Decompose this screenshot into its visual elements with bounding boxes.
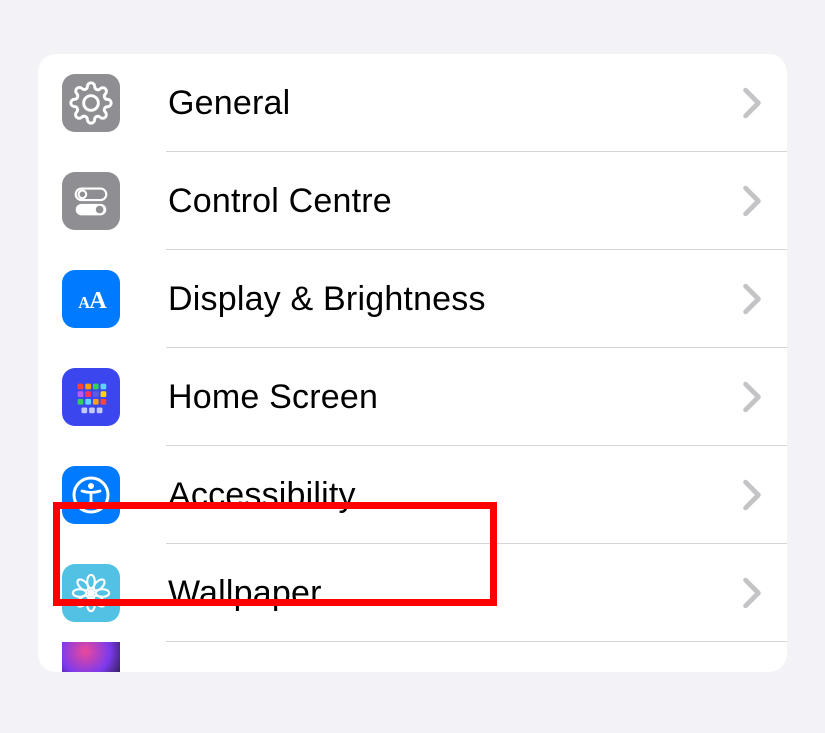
settings-item-siri[interactable] <box>38 642 787 672</box>
chevron-right-icon <box>741 185 763 217</box>
accessibility-icon <box>62 466 120 524</box>
settings-item-label: Display & Brightness <box>168 280 741 319</box>
chevron-right-icon <box>741 87 763 119</box>
toggles-icon <box>62 172 120 230</box>
settings-item-display-brightness[interactable]: A A Display & Brightness <box>38 250 787 348</box>
settings-item-label: Home Screen <box>168 378 741 417</box>
siri-icon <box>62 642 120 672</box>
svg-text:A: A <box>89 287 107 314</box>
settings-item-general[interactable]: General <box>38 54 787 152</box>
settings-item-label: Wallpaper <box>168 574 741 613</box>
settings-item-accessibility[interactable]: Accessibility <box>38 446 787 544</box>
settings-item-label: Accessibility <box>168 476 741 515</box>
settings-item-label: General <box>168 84 741 123</box>
chevron-right-icon <box>741 381 763 413</box>
settings-panel: General Control Centre <box>38 54 787 672</box>
settings-item-label: Control Centre <box>168 182 741 221</box>
app-grid-icon <box>62 368 120 426</box>
chevron-right-icon <box>741 577 763 609</box>
text-size-icon: A A <box>62 270 120 328</box>
chevron-right-icon <box>741 283 763 315</box>
chevron-right-icon <box>741 479 763 511</box>
settings-item-control-centre[interactable]: Control Centre <box>38 152 787 250</box>
settings-item-home-screen[interactable]: Home Screen <box>38 348 787 446</box>
gear-icon <box>62 74 120 132</box>
settings-item-wallpaper[interactable]: Wallpaper <box>38 544 787 642</box>
flower-icon <box>62 564 120 622</box>
